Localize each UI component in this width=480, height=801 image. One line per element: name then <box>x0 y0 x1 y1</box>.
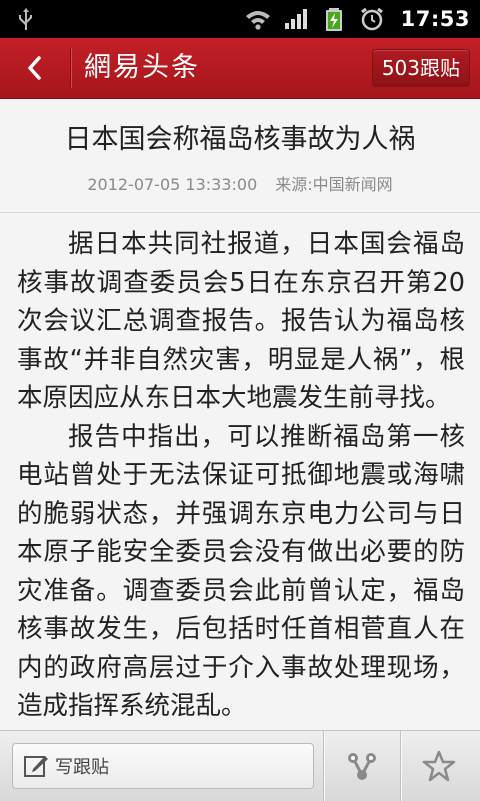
signal-icon <box>284 9 307 29</box>
app-header: 網易头条 503跟贴 <box>0 38 480 99</box>
page-title: 網易头条 <box>84 52 200 83</box>
back-button[interactable] <box>0 38 70 98</box>
article-meta: 2012-07-05 13:33:00 来源:中国新闻网 <box>0 171 480 195</box>
back-arrow-icon <box>28 56 41 80</box>
article-paragraph: 据日本共同社报道，日本国会福岛核事故调查委员会5日在东京召开第20次会议汇总调查… <box>17 229 465 413</box>
article-source: 来源:中国新闻网 <box>275 175 393 194</box>
header-divider <box>70 48 71 88</box>
favorite-button[interactable] <box>401 731 477 801</box>
comments-count-button[interactable]: 503跟贴 <box>371 49 470 87</box>
article-paragraph: 报告中指出，可以推断福岛第一核电站曾处于无法保证可抵御地震或海啸的脆弱状态，并强… <box>17 421 465 722</box>
battery-charging-icon <box>325 8 342 31</box>
star-icon <box>422 750 456 782</box>
edit-icon <box>24 756 48 777</box>
share-icon <box>348 753 376 780</box>
article-body: 据日本共同社报道，日本国会福岛核事故调查委员会5日在东京召开第20次会议汇总调查… <box>17 225 465 726</box>
usb-icon <box>19 8 32 30</box>
write-comment-button[interactable]: 写跟贴 <box>12 743 314 789</box>
article-title: 日本国会称福岛核事故为人祸 <box>64 124 416 155</box>
article-header: 日本国会称福岛核事故为人祸 2012-07-05 13:33:00 来源:中国新闻… <box>0 99 480 213</box>
share-button[interactable] <box>324 731 400 801</box>
article-date: 2012-07-05 13:33:00 <box>87 175 258 194</box>
write-comment-label: 写跟贴 <box>55 757 109 778</box>
status-bar: 17:53 <box>0 0 480 38</box>
status-time: 17:53 <box>400 7 470 31</box>
alarm-icon <box>360 7 383 31</box>
bottom-bar: 写跟贴 <box>0 730 480 801</box>
wifi-icon <box>245 11 270 30</box>
